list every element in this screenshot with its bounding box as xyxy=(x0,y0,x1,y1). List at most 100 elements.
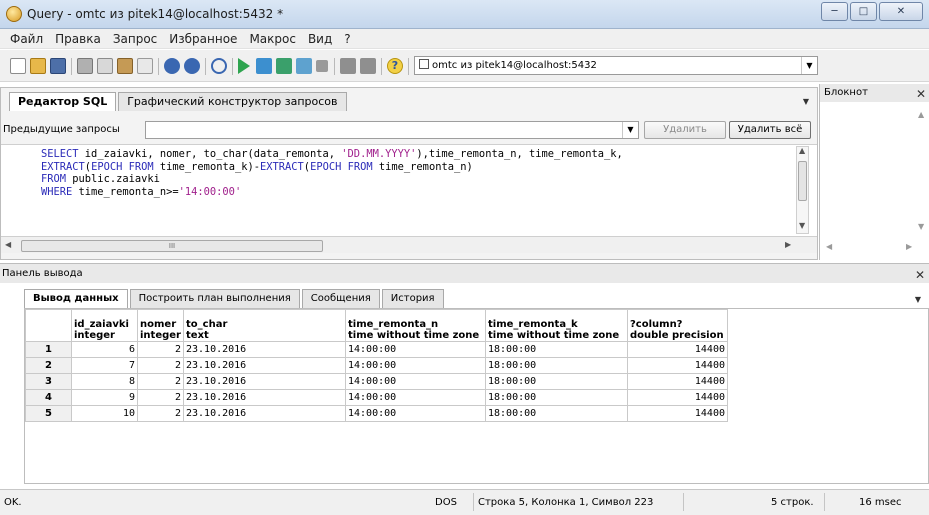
pane-menu-arrow-icon[interactable]: ▼ xyxy=(803,97,809,106)
table-cell[interactable]: 2 xyxy=(137,373,184,390)
row-number[interactable]: 3 xyxy=(25,373,72,390)
previous-queries-select[interactable]: ▼ xyxy=(145,121,639,139)
delete-button[interactable]: Удалить xyxy=(644,121,726,139)
stop-icon[interactable] xyxy=(316,60,328,72)
find-icon[interactable] xyxy=(211,58,227,74)
scroll-up-icon[interactable]: ▲ xyxy=(918,110,924,119)
table-row[interactable]: 3 8 2 23.10.2016 14:00:00 18:00:00 14400 xyxy=(25,373,728,390)
scroll-left-icon[interactable]: ◀ xyxy=(826,242,832,251)
rollback-icon[interactable] xyxy=(360,58,376,74)
new-file-icon[interactable] xyxy=(10,58,26,74)
scroll-down-icon[interactable]: ▼ xyxy=(918,222,924,231)
row-number[interactable]: 2 xyxy=(25,357,72,374)
menu-favourites[interactable]: Избранное xyxy=(163,32,243,46)
table-cell[interactable]: 2 xyxy=(137,405,184,422)
table-cell[interactable]: 8 xyxy=(71,373,138,390)
execute-query-icon[interactable] xyxy=(238,58,250,74)
chevron-down-icon[interactable]: ▼ xyxy=(622,122,638,138)
table-cell[interactable]: 2 xyxy=(137,389,184,406)
table-cell[interactable]: 18:00:00 xyxy=(485,389,628,406)
table-cell[interactable]: 14:00:00 xyxy=(345,389,486,406)
row-number[interactable]: 5 xyxy=(25,405,72,422)
delete-all-button[interactable]: Удалить всё xyxy=(729,121,811,139)
editor-horizontal-scrollbar[interactable]: ◀ III ▶ xyxy=(1,236,817,253)
close-window-button[interactable]: ✕ xyxy=(879,2,923,21)
table-cell[interactable]: 23.10.2016 xyxy=(183,341,346,358)
tab-sql-editor[interactable]: Редактор SQL xyxy=(9,92,117,111)
table-row[interactable]: 2 7 2 23.10.2016 14:00:00 18:00:00 14400 xyxy=(25,357,728,374)
column-header[interactable]: time_remonta_n time without time zone xyxy=(345,309,486,342)
menu-view[interactable]: Вид xyxy=(302,32,338,46)
open-folder-icon[interactable] xyxy=(30,58,46,74)
clear-icon[interactable] xyxy=(137,58,153,74)
table-cell[interactable]: 9 xyxy=(71,389,138,406)
editor-vertical-scrollbar[interactable]: ▲ ▼ xyxy=(796,146,809,234)
execute-to-file-icon[interactable] xyxy=(276,58,292,74)
cut-icon[interactable] xyxy=(77,58,93,74)
explain-query-icon[interactable] xyxy=(256,58,272,74)
table-cell[interactable]: 14400 xyxy=(627,389,728,406)
execute-pgscript-icon[interactable] xyxy=(296,58,312,74)
menu-help[interactable]: ? xyxy=(338,32,356,46)
table-cell[interactable]: 18:00:00 xyxy=(485,405,628,422)
menu-file[interactable]: Файл xyxy=(4,32,49,46)
tab-messages[interactable]: Сообщения xyxy=(301,289,380,308)
scroll-right-icon[interactable]: ▶ xyxy=(906,242,912,251)
chevron-down-icon[interactable]: ▼ xyxy=(801,57,817,74)
help-icon[interactable]: ? xyxy=(387,58,403,74)
column-header[interactable]: id_zaiavki integer xyxy=(71,309,138,342)
tab-explain[interactable]: Построить план выполнения xyxy=(129,289,300,308)
copy-icon[interactable] xyxy=(97,58,113,74)
scrollbar-thumb[interactable]: III xyxy=(21,240,323,252)
close-notepad-icon[interactable]: ✕ xyxy=(916,85,926,103)
row-number[interactable]: 4 xyxy=(25,389,72,406)
table-cell[interactable]: 2 xyxy=(137,341,184,358)
table-cell[interactable]: 18:00:00 xyxy=(485,357,628,374)
save-icon[interactable] xyxy=(50,58,66,74)
tab-data-output[interactable]: Вывод данных xyxy=(24,289,128,308)
table-cell[interactable]: 10 xyxy=(71,405,138,422)
table-cell[interactable]: 23.10.2016 xyxy=(183,389,346,406)
table-cell[interactable]: 23.10.2016 xyxy=(183,405,346,422)
connection-select[interactable]: omtc из pitek14@localhost:5432 ▼ xyxy=(414,56,818,75)
close-output-panel-icon[interactable]: ✕ xyxy=(915,266,925,285)
column-header[interactable]: to_char text xyxy=(183,309,346,342)
menu-macros[interactable]: Макрос xyxy=(243,32,302,46)
sql-code-editor[interactable]: SELECT id_zaiavki, nomer, to_char(data_r… xyxy=(1,144,817,238)
table-row[interactable]: 4 9 2 23.10.2016 14:00:00 18:00:00 14400 xyxy=(25,389,728,406)
table-cell[interactable]: 14400 xyxy=(627,373,728,390)
table-cell[interactable]: 6 xyxy=(71,341,138,358)
row-number-header[interactable] xyxy=(25,309,72,342)
table-row[interactable]: 5 10 2 23.10.2016 14:00:00 18:00:00 14400 xyxy=(25,405,728,422)
column-header[interactable]: time_remonta_k time without time zone xyxy=(485,309,628,342)
table-cell[interactable]: 23.10.2016 xyxy=(183,357,346,374)
menu-query[interactable]: Запрос xyxy=(107,32,163,46)
output-menu-arrow-icon[interactable]: ▼ xyxy=(915,295,921,304)
table-cell[interactable]: 18:00:00 xyxy=(485,373,628,390)
table-cell[interactable]: 14400 xyxy=(627,405,728,422)
scroll-up-icon[interactable]: ▲ xyxy=(799,146,805,155)
table-cell[interactable]: 14:00:00 xyxy=(345,405,486,422)
table-cell[interactable]: 14:00:00 xyxy=(345,341,486,358)
commit-icon[interactable] xyxy=(340,58,356,74)
table-cell[interactable]: 2 xyxy=(137,357,184,374)
table-cell[interactable]: 7 xyxy=(71,357,138,374)
row-number[interactable]: 1 xyxy=(25,341,72,358)
tab-graphical-query-builder[interactable]: Графический конструктор запросов xyxy=(118,92,347,111)
redo-icon[interactable] xyxy=(184,58,200,74)
table-cell[interactable]: 14:00:00 xyxy=(345,357,486,374)
table-cell[interactable]: 14400 xyxy=(627,357,728,374)
table-cell[interactable]: 23.10.2016 xyxy=(183,373,346,390)
maximize-button[interactable]: □ xyxy=(850,2,877,21)
tab-history[interactable]: История xyxy=(381,289,444,308)
scroll-down-icon[interactable]: ▼ xyxy=(799,221,805,230)
table-row[interactable]: 1 6 2 23.10.2016 14:00:00 18:00:00 14400 xyxy=(25,341,728,358)
undo-icon[interactable] xyxy=(164,58,180,74)
table-cell[interactable]: 14400 xyxy=(627,341,728,358)
menu-edit[interactable]: Правка xyxy=(49,32,107,46)
scroll-left-icon[interactable]: ◀ xyxy=(5,240,11,249)
column-header[interactable]: nomer integer xyxy=(137,309,184,342)
scrollbar-thumb[interactable] xyxy=(798,161,807,201)
column-header[interactable]: ?column? double precision xyxy=(627,309,728,342)
table-cell[interactable]: 18:00:00 xyxy=(485,341,628,358)
